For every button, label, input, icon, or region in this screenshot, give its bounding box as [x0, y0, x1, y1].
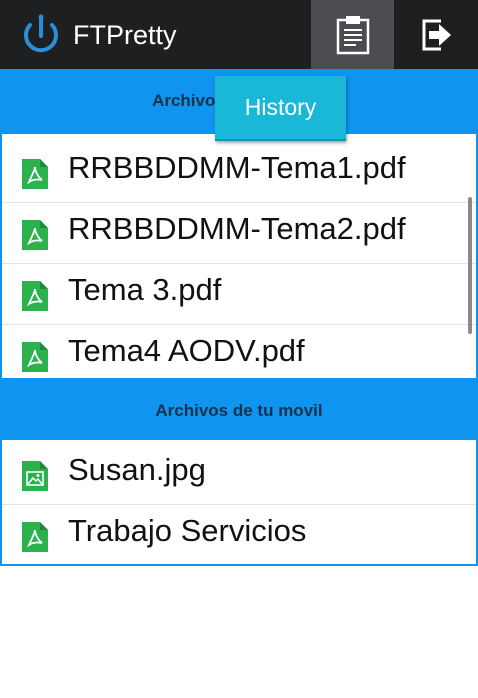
app-screen: FTPretty Archivos del servidor: [0, 0, 478, 698]
pdf-file-icon: [22, 342, 48, 372]
list-item[interactable]: Tema 3.pdf: [2, 264, 476, 325]
clipboard-icon: [336, 15, 369, 54]
server-files-list[interactable]: RRBBDDMM-Tema1.pdf RRBBDDMM-Tema2.pdf Te…: [0, 134, 478, 378]
file-name: Susan.jpg: [68, 452, 206, 487]
history-menu-label: History: [244, 94, 317, 120]
file-name: Tema4 AODV.pdf: [68, 333, 305, 368]
exit-icon: [422, 19, 451, 50]
mobile-files-header-label: Archivos de tu movil: [155, 401, 323, 420]
list-scrollbar[interactable]: [468, 197, 472, 334]
pdf-file-icon: [22, 522, 48, 552]
image-file-icon: [22, 461, 48, 491]
history-button[interactable]: [311, 0, 394, 69]
logout-button[interactable]: [395, 0, 478, 69]
power-logo-icon: [24, 14, 58, 53]
list-item[interactable]: RRBBDDMM-Tema1.pdf: [2, 142, 476, 203]
list-item[interactable]: Susan.jpg: [2, 444, 476, 505]
file-name: RRBBDDMM-Tema2.pdf: [68, 211, 406, 246]
app-title: FTPretty: [73, 20, 177, 50]
list-item[interactable]: Trabajo Servicios: [2, 505, 476, 564]
file-name: RRBBDDMM-Tema1.pdf: [68, 150, 406, 185]
pdf-file-icon: [22, 220, 48, 250]
action-bar: FTPretty: [0, 0, 478, 69]
mobile-files-list[interactable]: Susan.jpg Trabajo Servicios: [0, 440, 478, 566]
pdf-file-icon: [22, 281, 48, 311]
file-name: Tema 3.pdf: [68, 272, 222, 307]
pdf-file-icon: [22, 159, 48, 189]
list-item[interactable]: Tema4 AODV.pdf: [2, 325, 476, 378]
history-menu-item[interactable]: History: [215, 76, 346, 141]
file-name: Trabajo Servicios: [68, 513, 307, 548]
mobile-files-header: Archivos de tu movil: [0, 378, 478, 440]
list-item[interactable]: RRBBDDMM-Tema2.pdf: [2, 203, 476, 264]
